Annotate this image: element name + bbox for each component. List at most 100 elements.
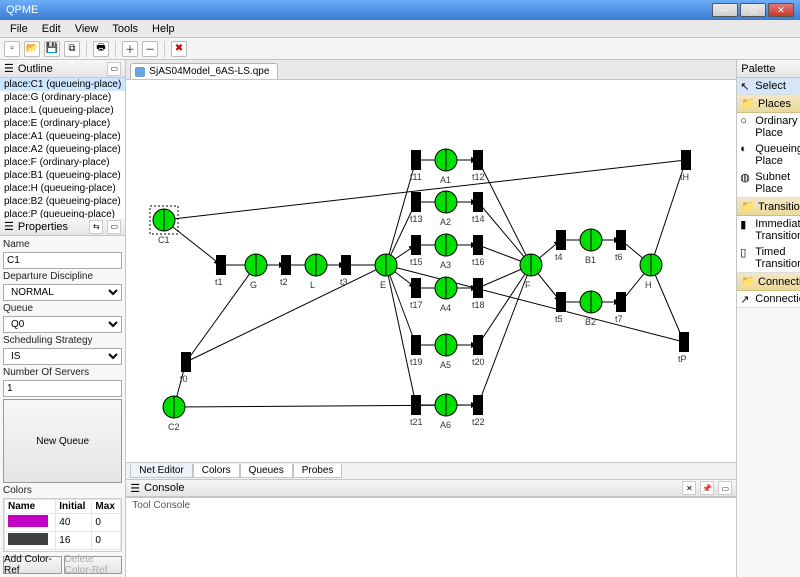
net-canvas[interactable]: t1t2t3t11t12t13t14t15t16t17t18t19t20t21t… — [126, 80, 736, 462]
dep-select[interactable]: NORMAL — [3, 284, 122, 301]
main-toolbar: ▫ 📂 💾 ⧉ 🖶 ＋ － ✖ — [0, 38, 800, 60]
menu-view[interactable]: View — [69, 22, 105, 36]
palette-item[interactable]: ○Ordinary Place — [737, 113, 800, 141]
queue-select[interactable]: Q0 — [3, 316, 122, 333]
transition-t11[interactable] — [411, 150, 421, 170]
menu-help[interactable]: Help — [146, 22, 181, 36]
print-icon[interactable]: 🖶 — [93, 41, 109, 57]
outline-item[interactable]: place:A1 (queueing-place) — [0, 130, 125, 143]
menu-file[interactable]: File — [4, 22, 34, 36]
palette-item[interactable]: ↗Connection — [737, 291, 800, 307]
transition-t0[interactable] — [181, 352, 191, 372]
place-label: C1 — [158, 235, 170, 245]
color-table[interactable]: NameInitialMax400160160 — [3, 498, 122, 552]
palette-item[interactable]: ◍Subnet Place — [737, 169, 800, 197]
menu-tools[interactable]: Tools — [106, 22, 144, 36]
palette-item[interactable]: ◐Queueing Place — [737, 141, 800, 169]
outline-item[interactable]: place:P (queueing-place) — [0, 208, 125, 218]
numservers-label: Number Of Servers — [3, 367, 122, 378]
outline-item[interactable]: place:G (ordinary-place) — [0, 91, 125, 104]
sched-label: Scheduling Strategy — [3, 335, 122, 346]
addcolor-button[interactable]: Add Color-Ref — [3, 556, 62, 574]
transition-t2[interactable] — [281, 255, 291, 275]
palette-header: Palette › — [737, 60, 800, 78]
palette-item[interactable]: ▮Immediate Transition — [737, 216, 800, 244]
palette-group-places[interactable]: 📁Places — [737, 95, 800, 113]
transition-t16[interactable] — [473, 235, 483, 255]
console-clear-icon[interactable]: ✕ — [682, 481, 696, 495]
transition-label: t17 — [410, 300, 423, 310]
transition-t6[interactable] — [616, 230, 626, 250]
edge[interactable] — [478, 265, 531, 405]
transition-t22[interactable] — [473, 395, 483, 415]
outline-item[interactable]: place:L (queueing-place) — [0, 104, 125, 117]
transition-t3[interactable] — [341, 255, 351, 275]
color-row[interactable]: 160 — [5, 532, 121, 550]
transition-label: t15 — [410, 257, 423, 267]
saveall-icon[interactable]: ⧉ — [64, 41, 80, 57]
palette-item[interactable]: ▯Timed Transition — [737, 244, 800, 272]
outline-list[interactable]: place:C1 (queueing-place)place:G (ordina… — [0, 78, 125, 218]
transition-t21[interactable] — [411, 395, 421, 415]
outline-item[interactable]: place:C1 (queueing-place) — [0, 78, 125, 91]
color-row[interactable]: 400 — [5, 514, 121, 532]
transition-t13[interactable] — [411, 192, 421, 212]
menu-edit[interactable]: Edit — [36, 22, 67, 36]
transition-tH[interactable] — [681, 150, 691, 170]
edge[interactable] — [174, 405, 478, 407]
edge[interactable] — [164, 160, 686, 220]
edge[interactable] — [386, 265, 684, 342]
transition-t5[interactable] — [556, 292, 566, 312]
transition-label: t13 — [410, 214, 423, 224]
outline-item[interactable]: place:A2 (queueing-place) — [0, 143, 125, 156]
bottom-tab-net-editor[interactable]: Net Editor — [130, 464, 192, 478]
place-label: E — [380, 280, 386, 290]
sched-select[interactable]: IS — [3, 348, 122, 365]
transition-t12[interactable] — [473, 150, 483, 170]
transition-t15[interactable] — [411, 235, 421, 255]
newqueue-button[interactable]: New Queue — [3, 399, 122, 483]
close-button[interactable]: ✕ — [768, 3, 794, 17]
palette-title: Palette — [741, 63, 775, 75]
zoomout-icon[interactable]: － — [142, 41, 158, 57]
props-min-icon[interactable]: ▭ — [107, 220, 121, 234]
save-icon[interactable]: 💾 — [44, 41, 60, 57]
outline-item[interactable]: place:B2 (queueing-place) — [0, 195, 125, 208]
outline-min-icon[interactable]: ▭ — [107, 62, 121, 76]
minimize-button[interactable]: — — [712, 3, 738, 17]
outline-item[interactable]: place:F (ordinary-place) — [0, 156, 125, 169]
name-input[interactable] — [3, 252, 122, 269]
color-row[interactable]: 160 — [5, 550, 121, 553]
bottom-tab-colors[interactable]: Colors — [193, 464, 240, 478]
transition-t14[interactable] — [473, 192, 483, 212]
transition-t1[interactable] — [216, 255, 226, 275]
edge[interactable] — [478, 160, 531, 265]
bottom-tab-probes[interactable]: Probes — [293, 464, 343, 478]
delcolor-button[interactable]: Delete Color-Ref — [64, 556, 123, 574]
transition-t18[interactable] — [473, 278, 483, 298]
editor-tab[interactable]: SjAS04Model_6AS-LS.qpe — [130, 63, 278, 79]
edge[interactable] — [651, 265, 684, 342]
outline-item[interactable]: place:B1 (queueing-place) — [0, 169, 125, 182]
transition-t7[interactable] — [616, 292, 626, 312]
console-min-icon[interactable]: ▭ — [718, 481, 732, 495]
zoomin-icon[interactable]: ＋ — [122, 41, 138, 57]
outline-item[interactable]: place:H (queueing-place) — [0, 182, 125, 195]
new-icon[interactable]: ▫ — [4, 41, 20, 57]
maximize-button[interactable]: □ — [740, 3, 766, 17]
palette-group-transitions[interactable]: 📁Transitions — [737, 198, 800, 216]
numservers-input[interactable] — [3, 380, 122, 397]
transition-t19[interactable] — [411, 335, 421, 355]
console-pin-icon[interactable]: 📌 — [700, 481, 714, 495]
transition-tP[interactable] — [679, 332, 689, 352]
palette-group-connections[interactable]: 📁Connections — [737, 273, 800, 291]
transition-t17[interactable] — [411, 278, 421, 298]
transition-t4[interactable] — [556, 230, 566, 250]
run-icon[interactable]: ✖ — [171, 41, 187, 57]
open-icon[interactable]: 📂 — [24, 41, 40, 57]
palette-select[interactable]: ↖ Select — [737, 78, 800, 94]
bottom-tab-queues[interactable]: Queues — [240, 464, 293, 478]
transition-t20[interactable] — [473, 335, 483, 355]
outline-item[interactable]: place:E (ordinary-place) — [0, 117, 125, 130]
props-toggle-icon[interactable]: ⇆ — [89, 220, 103, 234]
